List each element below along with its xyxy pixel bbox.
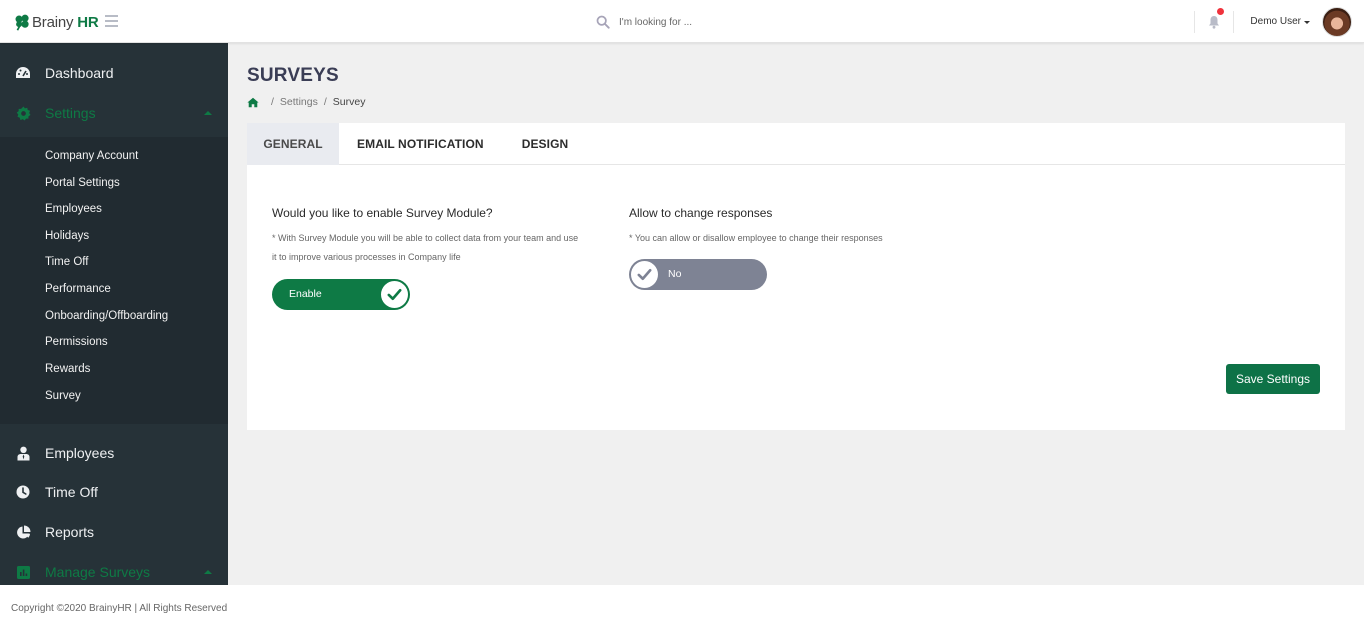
- bar-chart-icon: [15, 564, 31, 580]
- breadcrumb: / Settings / Survey: [247, 96, 365, 108]
- user-name: Demo User: [1250, 16, 1301, 27]
- enable-module-title: Would you like to enable Survey Module?: [272, 206, 493, 220]
- tab-design[interactable]: DESIGN: [522, 123, 569, 165]
- breadcrumb-survey: Survey: [332, 96, 366, 108]
- sidebar-item-label: Dashboard: [45, 65, 114, 81]
- enable-module-toggle[interactable]: Enable: [272, 279, 410, 310]
- check-icon: [637, 268, 652, 281]
- search-bar: [596, 12, 819, 32]
- submenu-item-company-account[interactable]: Company Account: [45, 150, 138, 162]
- submenu-item-onboarding[interactable]: Onboarding/Offboarding: [45, 310, 168, 322]
- sidebar-item-time-off[interactable]: Time Off: [0, 472, 228, 512]
- clover-icon: [15, 14, 29, 31]
- sidebar-item-label: Manage Surveys: [45, 564, 151, 580]
- brand-name: Brainy HR: [32, 13, 99, 31]
- caret-up-icon: [204, 111, 212, 115]
- divider: [1233, 10, 1235, 33]
- settings-submenu: Company Account Portal Settings Employee…: [0, 137, 228, 424]
- enable-module-help-line2: it to improve various processes in Compa…: [272, 252, 461, 262]
- pie-chart-icon: [15, 524, 31, 540]
- sidebar: Dashboard Settings Company Account Porta…: [0, 43, 228, 585]
- gear-icon: [15, 105, 31, 121]
- search-input[interactable]: [619, 16, 819, 28]
- notifications-button[interactable]: [1195, 0, 1233, 43]
- main-content: SURVEYS / Settings / Survey GENERAL EMAI…: [228, 43, 1364, 585]
- sidebar-item-reports[interactable]: Reports: [0, 512, 228, 552]
- footer: Copyright ©2020 BrainyHR | All Rights Re…: [0, 585, 1364, 631]
- sidebar-item-label: Reports: [45, 524, 95, 540]
- submenu-item-permissions[interactable]: Permissions: [45, 336, 108, 348]
- top-right-controls: Demo User: [1194, 0, 1364, 43]
- sidebar-item-label: Employees: [45, 445, 115, 461]
- save-settings-button[interactable]: Save Settings: [1226, 364, 1320, 394]
- submenu-item-survey[interactable]: Survey: [45, 390, 81, 402]
- toggle-knob: [381, 281, 408, 308]
- clock-icon: [15, 484, 31, 500]
- dashboard-icon: [15, 65, 31, 81]
- toggle-label: No: [668, 268, 682, 280]
- menu-toggle-icon[interactable]: [105, 15, 118, 27]
- top-bar: Brainy HR Demo User: [0, 0, 1364, 43]
- allow-change-toggle[interactable]: No: [629, 259, 767, 290]
- caret-down-icon: [1304, 20, 1310, 24]
- settings-card: GENERAL EMAIL NOTIFICATION DESIGN Would …: [247, 123, 1345, 430]
- enable-module-help-line1: * With Survey Module you will be able to…: [272, 233, 579, 243]
- sidebar-item-label: Settings: [45, 105, 96, 121]
- sidebar-item-settings[interactable]: Settings: [0, 93, 228, 133]
- submenu-item-time-off[interactable]: Time Off: [45, 256, 88, 268]
- home-icon[interactable]: [247, 97, 259, 108]
- notification-badge: [1217, 8, 1225, 15]
- page-title: SURVEYS: [247, 65, 339, 86]
- check-icon: [387, 288, 402, 301]
- submenu-item-rewards[interactable]: Rewards: [45, 363, 90, 375]
- allow-change-title: Allow to change responses: [629, 206, 773, 220]
- bell-icon: [1209, 15, 1220, 29]
- breadcrumb-settings[interactable]: Settings: [280, 96, 318, 108]
- breadcrumb-separator: /: [271, 96, 274, 108]
- copyright-text: Copyright ©2020 BrainyHR | All Rights Re…: [11, 603, 228, 614]
- sidebar-item-manage-surveys[interactable]: Manage Surveys: [0, 552, 228, 585]
- avatar[interactable]: [1322, 6, 1352, 37]
- toggle-label: Enable: [289, 288, 322, 300]
- sidebar-item-employees[interactable]: Employees: [0, 433, 228, 473]
- tab-general[interactable]: GENERAL: [247, 123, 339, 165]
- user-menu[interactable]: Demo User: [1250, 16, 1310, 27]
- submenu-item-holidays[interactable]: Holidays: [45, 230, 89, 242]
- submenu-item-employees[interactable]: Employees: [45, 203, 102, 215]
- user-icon: [15, 445, 31, 461]
- tab-email-notification[interactable]: EMAIL NOTIFICATION: [357, 123, 484, 165]
- tab-bar: GENERAL EMAIL NOTIFICATION DESIGN: [247, 123, 1345, 165]
- caret-up-icon: [204, 570, 212, 574]
- submenu-item-performance[interactable]: Performance: [45, 283, 111, 295]
- search-icon: [596, 15, 610, 29]
- toggle-knob: [631, 261, 658, 288]
- sidebar-item-dashboard[interactable]: Dashboard: [0, 53, 228, 93]
- sidebar-item-label: Time Off: [45, 484, 98, 500]
- breadcrumb-separator: /: [323, 96, 327, 108]
- allow-change-help: * You can allow or disallow employee to …: [629, 233, 883, 243]
- submenu-item-portal-settings[interactable]: Portal Settings: [45, 177, 120, 189]
- brand-logo[interactable]: Brainy HR: [14, 12, 99, 32]
